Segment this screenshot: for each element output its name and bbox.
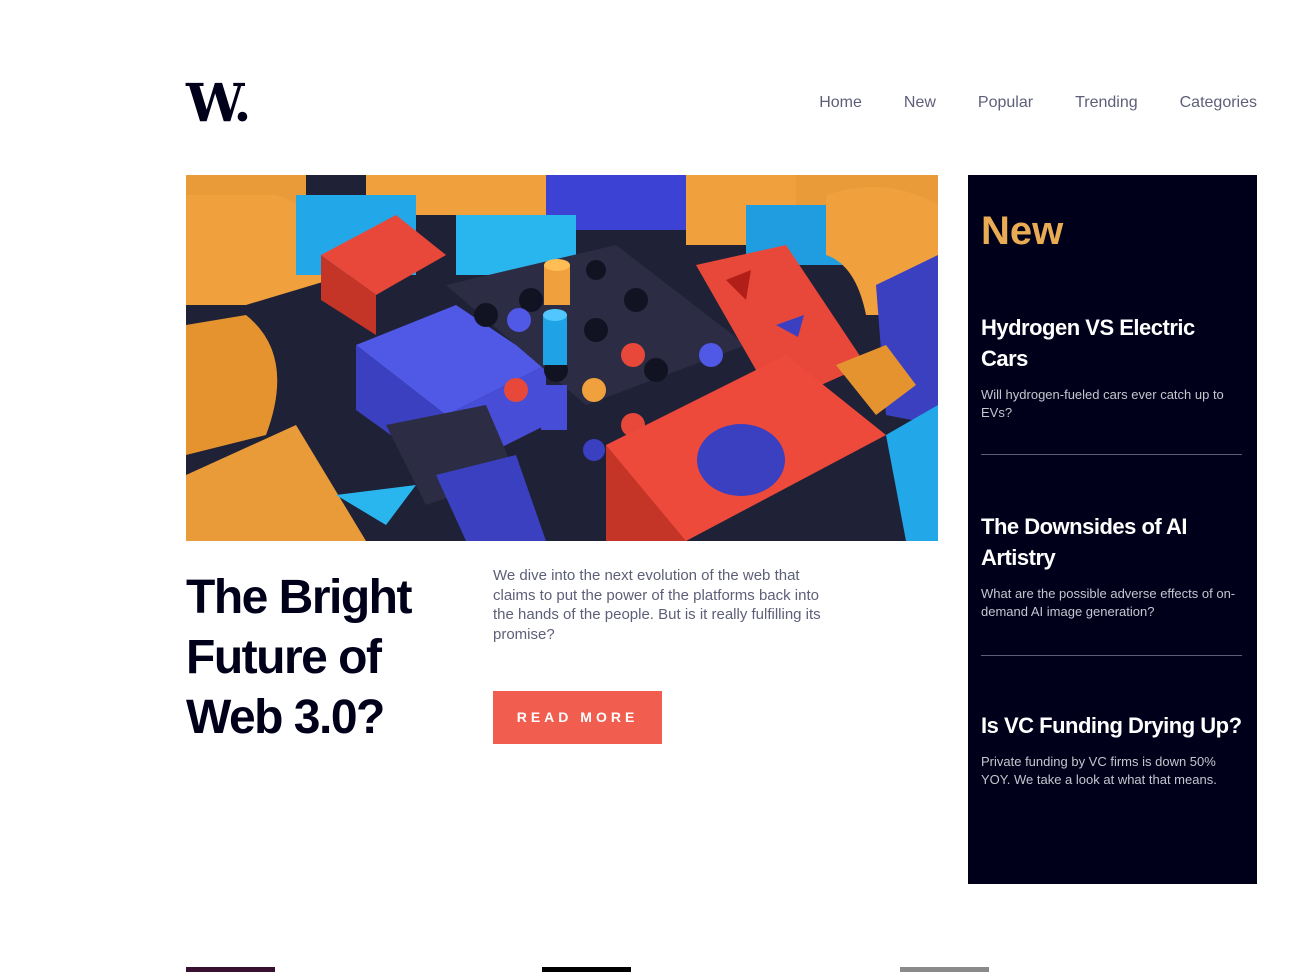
news-item-title[interactable]: Hydrogen VS Electric Cars — [981, 312, 1242, 374]
nav-link-popular[interactable]: Popular — [978, 93, 1033, 113]
news-item[interactable]: Is VC Funding Drying Up? Private funding… — [981, 710, 1242, 789]
read-more-button[interactable]: READ MORE — [493, 691, 662, 744]
site-logo[interactable]: W. — [186, 73, 251, 134]
news-item-description: Private funding by VC firms is down 50% … — [981, 754, 1217, 787]
new-articles-panel: New Hydrogen VS Electric Cars Will hydro… — [968, 175, 1257, 884]
hero-description: We dive into the next evolution of the w… — [493, 567, 821, 643]
logo-dot: . — [233, 73, 251, 134]
hero-headline[interactable]: The Bright Future of Web 3.0? — [186, 568, 486, 748]
nav-link-categories[interactable]: Categories — [1180, 93, 1257, 113]
article-thumbnail[interactable] — [186, 967, 275, 972]
news-item-title[interactable]: The Downsides of AI Artistry — [981, 511, 1242, 573]
nav-link-new[interactable]: New — [904, 93, 936, 113]
divider — [981, 655, 1242, 656]
new-panel-title: New — [981, 209, 1064, 253]
news-item-description: Will hydrogen-fueled cars ever catch up … — [981, 387, 1224, 420]
logo-letter: W — [186, 73, 236, 134]
nav-link-home[interactable]: Home — [819, 93, 862, 113]
hero-image — [186, 175, 938, 541]
main-nav: Home New Popular Trending Categories — [777, 93, 1257, 113]
news-item[interactable]: The Downsides of AI Artistry What are th… — [981, 511, 1242, 621]
news-item[interactable]: Hydrogen VS Electric Cars Will hydrogen-… — [981, 312, 1242, 422]
article-thumbnail[interactable] — [542, 967, 631, 972]
news-item-title[interactable]: Is VC Funding Drying Up? — [981, 710, 1242, 741]
article-thumbnail[interactable] — [900, 967, 989, 972]
news-item-description: What are the possible adverse effects of… — [981, 586, 1236, 619]
nav-link-trending[interactable]: Trending — [1075, 93, 1138, 113]
divider — [981, 454, 1242, 455]
